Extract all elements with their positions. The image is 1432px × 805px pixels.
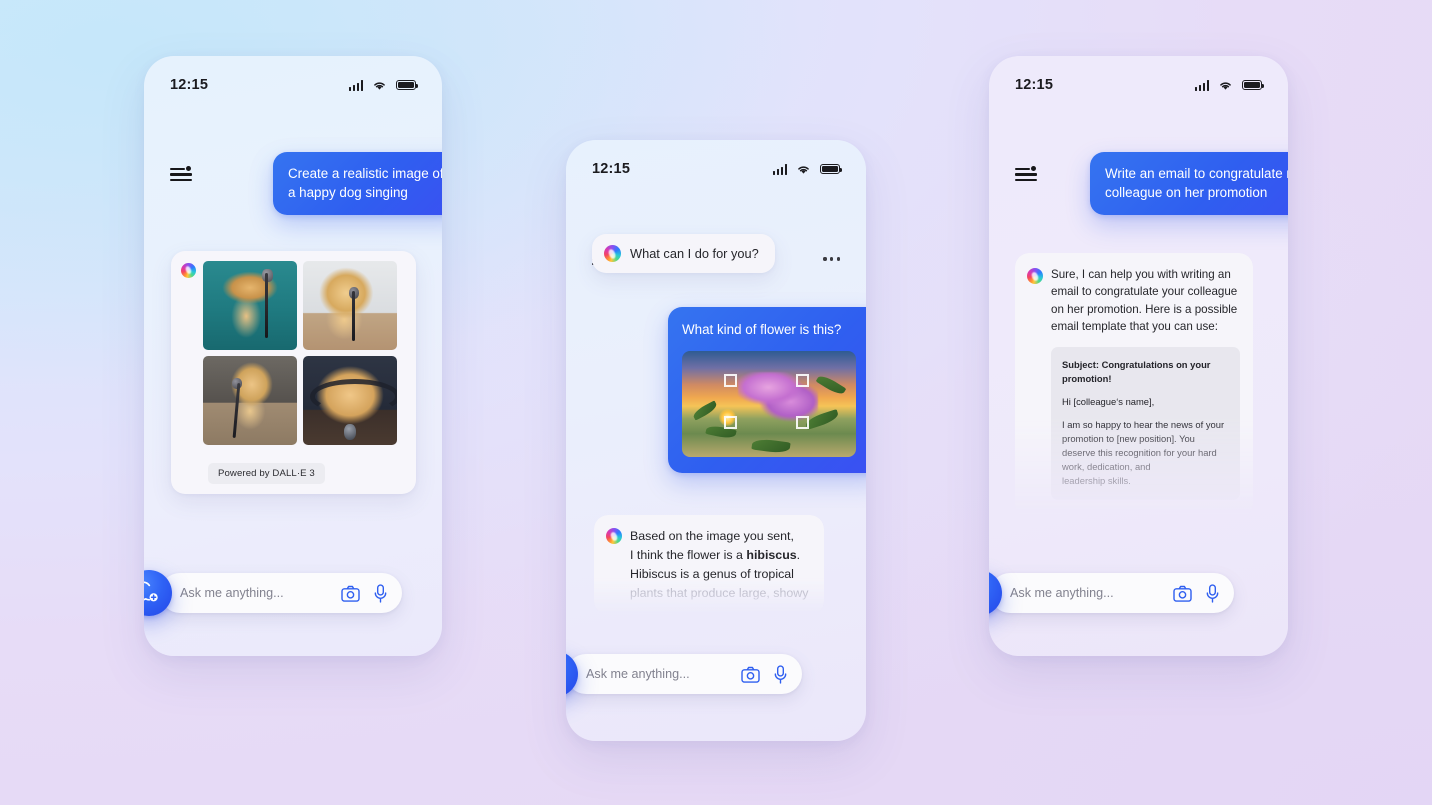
copilot-logo: [604, 245, 621, 262]
composer-input[interactable]: Ask me anything...: [990, 573, 1234, 613]
composer-dock: Ask me anything...: [566, 651, 852, 697]
list-options-icon[interactable]: [1015, 165, 1037, 184]
assistant-email-bubble: Sure, I can help you with writing an ema…: [1015, 253, 1253, 518]
status-time: 12:15: [592, 161, 631, 177]
microphone-icon[interactable]: [1205, 583, 1220, 603]
composer-dock: Ask me anything...: [989, 570, 1274, 616]
generated-image-thumbnail[interactable]: [303, 261, 397, 350]
composer-placeholder: Ask me anything...: [180, 586, 284, 600]
generated-image-thumbnail[interactable]: [203, 261, 297, 350]
generated-image-thumbnail[interactable]: [203, 356, 297, 445]
copilot-logo: [1027, 268, 1043, 284]
focus-bracket-icon: [723, 373, 737, 387]
phone-right: 12:15 Write an email to congratulate my …: [989, 56, 1288, 656]
microphone-icon[interactable]: [773, 664, 788, 684]
status-bar: 12:15: [989, 74, 1288, 96]
battery-icon: [820, 163, 843, 175]
email-template-card: Subject: Congratulations on your promoti…: [1051, 346, 1240, 501]
status-bar: 12:15: [144, 74, 442, 96]
composer-input[interactable]: Ask me anything...: [566, 654, 802, 694]
composer-input[interactable]: Ask me anything...: [160, 573, 402, 613]
copilot-logo: [606, 528, 622, 544]
focus-bracket-icon: [796, 373, 810, 387]
camera-icon[interactable]: [1173, 585, 1192, 602]
answer-line-2: I think the flower is a hibiscus.: [630, 546, 808, 565]
battery-icon: [396, 79, 419, 91]
signal-icon: [772, 164, 787, 175]
email-greeting: Hi [colleague‘s name],: [1062, 395, 1155, 407]
image-grid: [203, 261, 397, 484]
assistant-greeting-text: What can I do for you?: [630, 246, 759, 261]
answer-bold-term: hibiscus: [746, 547, 797, 562]
user-message-bubble-with-image: What kind of flower is this?: [668, 307, 866, 473]
assistant-answer-bubble: Based on the image you sent, I think the…: [594, 515, 824, 615]
answer-line-1: Based on the image you sent,: [630, 529, 794, 543]
answer-line-4: plants that produce large, showy: [630, 585, 809, 600]
wifi-icon: [374, 81, 385, 90]
email-body: I am so happy to hear the news of your p…: [1062, 418, 1225, 473]
wifi-icon: [798, 165, 809, 174]
user-message-bubble: Create a realistic image of a happy dog …: [273, 152, 442, 215]
microphone-icon[interactable]: [373, 583, 388, 603]
more-options-icon[interactable]: [823, 251, 840, 266]
composer-placeholder: Ask me anything...: [586, 667, 690, 681]
status-time: 12:15: [170, 77, 209, 93]
camera-icon[interactable]: [341, 585, 360, 602]
answer-line-2-suffix: .: [796, 547, 801, 562]
copilot-logo: [181, 263, 196, 278]
list-options-icon[interactable]: [170, 165, 192, 184]
leaf: [750, 437, 791, 455]
status-time: 12:15: [1015, 77, 1054, 93]
generated-image-thumbnail[interactable]: [303, 356, 397, 445]
attached-photo[interactable]: [682, 350, 856, 457]
leaf: [691, 400, 720, 421]
signal-icon: [348, 80, 363, 91]
assistant-greeting-bubble: What can I do for you?: [592, 234, 775, 273]
status-bar: 12:15: [566, 158, 866, 180]
answer-line-3: Hibiscus is a genus of tropical: [630, 566, 794, 581]
focus-bracket-icon: [723, 415, 737, 429]
phone-left: 12:15 Create a realistic image of a happ…: [144, 56, 442, 656]
user-message-bubble: Write an email to congratulate my collea…: [1090, 152, 1288, 215]
composer-dock: Ask me anything...: [144, 570, 442, 616]
composer-placeholder: Ask me anything...: [1010, 586, 1114, 600]
wifi-icon: [1220, 81, 1231, 90]
signal-icon: [1194, 80, 1209, 91]
answer-line-2-prefix: I think the flower is a: [630, 547, 747, 562]
leaf: [815, 372, 846, 398]
user-message-text: What kind of flower is this?: [682, 322, 842, 337]
phone-middle: 12:15 What can I do for you? What kind o…: [566, 140, 866, 741]
new-chat-icon: [144, 581, 158, 602]
generated-image-card: Powered by DALL·E 3: [171, 251, 416, 494]
battery-icon: [1242, 79, 1265, 91]
dalle-badge: Powered by DALL·E 3: [208, 463, 325, 484]
focus-bracket-icon: [796, 415, 810, 429]
new-chat-icon: [566, 662, 567, 686]
assistant-intro-text: Sure, I can help you with writing an ema…: [1051, 268, 1238, 334]
email-body-tail: leadership skills.: [1062, 475, 1131, 487]
camera-icon[interactable]: [741, 666, 760, 683]
email-subject: Subject: Congratulations on your promoti…: [1062, 358, 1211, 384]
new-chat-icon: [989, 581, 991, 605]
